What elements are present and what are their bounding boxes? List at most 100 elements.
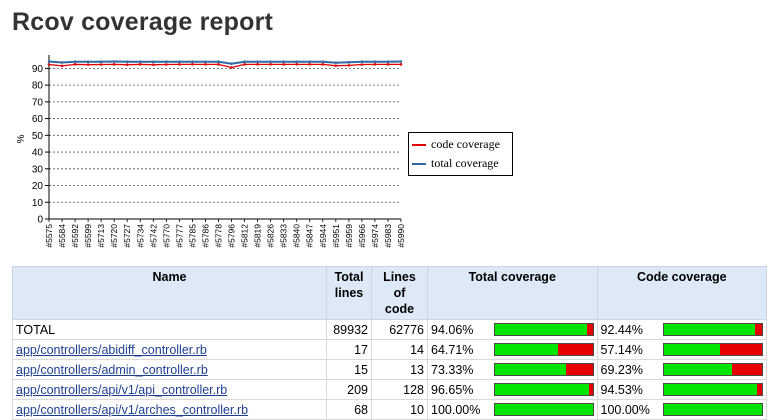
x-tick-label: #5819 [253,224,263,248]
covered-fill [494,384,590,395]
table-header-row: Name Total lines Lines of code Total cover… [12,266,767,320]
coverage-bar [493,323,594,336]
x-tick-label: #5584 [57,224,67,248]
data-point [138,63,142,66]
data-point [347,64,351,67]
uncovered-fill [589,384,593,395]
uncovered-fill [566,364,593,375]
data-point [99,60,103,63]
covered-fill [664,404,762,415]
y-tick-label: 10 [32,198,44,209]
y-tick-label: 80 [32,81,44,92]
data-point [269,60,272,63]
data-point [60,61,64,64]
file-name: TOTAL [16,322,56,337]
legend-swatch-code [412,143,426,146]
x-tick-label: #5812 [240,224,250,248]
table-row: app/controllers/api/v1/api_controller.rb… [12,379,767,400]
col-header-total-coverage[interactable]: Total coverage [427,266,598,320]
uncovered-fill [719,344,762,355]
uncovered-fill [557,344,593,355]
total-coverage-bar-cell [490,359,598,380]
data-point [282,60,285,63]
data-point [243,63,246,66]
y-tick-label: 0 [37,215,43,226]
col-header-lines-of-code[interactable]: Lines of code [371,266,428,320]
lines-of-code-cell: 128 [371,379,428,400]
data-point [334,61,338,64]
data-point [230,62,233,65]
data-point [73,60,77,63]
file-link[interactable]: app/controllers/api/v1/api_controller.rb [16,383,227,397]
chart-legend: code coverage total coverage [408,132,513,176]
uncovered-fill [586,324,593,335]
code-coverage-bar-cell [660,319,767,340]
legend-item-code-coverage: code coverage [412,135,512,154]
data-point [86,63,90,66]
data-point [334,64,338,67]
total-coverage-bar-cell [490,339,598,360]
data-point [125,63,129,66]
x-tick-label: #5727 [122,224,132,248]
table-row: TOTAL 89932 62776 94.06% 92.44% [12,319,767,340]
x-tick-label: #5599 [83,224,93,248]
total-lines-cell: 89932 [326,319,372,340]
file-link[interactable]: app/controllers/admin_controller.rb [16,363,208,377]
lines-of-code-cell: 62776 [371,319,428,340]
data-point [204,60,207,63]
data-point [60,64,64,68]
x-tick-label: #5966 [357,224,367,248]
x-tick-label: #5786 [200,224,210,248]
coverage-bar [493,383,594,396]
x-tick-label: #5742 [148,224,158,248]
data-point [178,63,181,66]
y-tick-label: 50 [32,131,44,142]
data-point [138,60,142,63]
y-tick-label: 60 [32,114,44,125]
code-coverage-percent: 92.44% [596,319,660,340]
x-tick-label: #5951 [331,224,341,248]
data-point [256,63,259,66]
y-tick-label: 90 [32,64,44,75]
code-coverage-bar-cell [660,339,767,360]
col-header-total-lines[interactable]: Total lines [326,266,372,320]
data-point [204,63,207,66]
coverage-bar [663,323,763,336]
x-tick-label: #5575 [44,224,54,248]
data-point [386,60,390,63]
data-point [191,63,194,66]
file-link[interactable]: app/controllers/api/v1/arches_controller… [16,403,248,417]
data-point [125,60,129,63]
x-tick-label: #5770 [161,224,171,248]
covered-fill [664,344,720,355]
covered-fill [494,344,558,355]
data-point [386,63,390,66]
data-point [178,60,181,63]
total-coverage-bar-cell [490,319,598,340]
covered-fill [494,324,587,335]
legend-label-code: code coverage [431,137,500,151]
x-tick-label: #5944 [318,224,328,248]
file-link[interactable]: app/controllers/abidiff_controller.rb [16,343,207,357]
table-row: app/controllers/admin_controller.rb 15 13 7… [12,359,767,380]
col-header-code-coverage[interactable]: Code coverage [596,266,767,320]
data-point [399,63,403,66]
y-axis-label: % [16,134,27,143]
y-tick-label: 20 [32,181,44,192]
coverage-bar [493,343,594,356]
coverage-bar [493,363,594,376]
total-coverage-percent: 94.06% [427,319,491,340]
data-point [321,60,325,63]
data-point [165,60,168,63]
data-point [217,60,220,63]
covered-fill [494,364,567,375]
x-tick-label: #5713 [96,224,106,248]
uncovered-fill [756,384,762,395]
col-header-name[interactable]: Name [12,266,327,320]
coverage-bar [663,403,763,416]
uncovered-fill [754,324,762,335]
data-point [47,63,51,66]
data-point [165,63,168,66]
data-point [73,63,77,66]
x-tick-label: #5983 [383,224,393,248]
